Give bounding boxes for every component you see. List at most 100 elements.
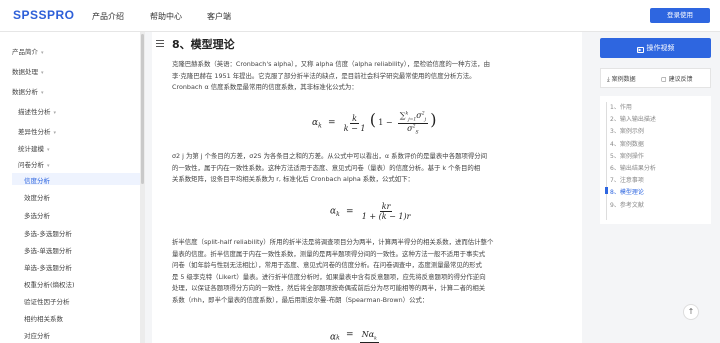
toc-item[interactable]: 2、输入输出描述 xyxy=(610,114,656,123)
sidebar-item[interactable]: 效度分析 xyxy=(24,192,50,202)
sidebar-item[interactable]: 相约相关系数 xyxy=(24,313,63,323)
case-data-label: 案例数据 xyxy=(611,76,636,83)
paragraph-line: 克隆巴赫系数（英语：Cronbach's alpha），又称 alpha 信度（… xyxy=(172,60,491,68)
paragraph-line: 是 5 级李克特（Likert）量表。进行折半信度分析时，如果量表中含有反意题项… xyxy=(172,272,486,281)
toc-track xyxy=(606,102,607,220)
toc-item[interactable]: 5、案例操作 xyxy=(610,151,644,160)
sidebar-item[interactable]: 数据分析 ▾ xyxy=(12,86,44,96)
paragraph-line: Cronbach α 信度系数是最常用的信度系数，其非标准化公式为： xyxy=(172,83,358,91)
sidebar-item[interactable]: 问卷分析 ▾ xyxy=(18,159,50,169)
paragraph-line: σ2 j 为第 j 个条目的方差，σ2S 为各条目之和的方差。从公式中可以看出，… xyxy=(172,152,488,160)
menu-icon[interactable] xyxy=(156,40,164,47)
paragraph-line: 李·克隆巴赫在 1951 年提出。它克服了部分折半法的缺点，是目前社会科学研究最… xyxy=(172,71,476,80)
formula-numerator: k xyxy=(350,113,360,124)
sidebar-item-label: 产品简介 xyxy=(12,48,38,56)
sidebar-item-label: 数据处理 xyxy=(12,68,38,76)
sidebar-item[interactable]: 多选-多选题分析 xyxy=(24,228,72,238)
section-title: 8、模型理论 xyxy=(172,38,235,51)
main-content: 8、模型理论 克隆巴赫系数（英语：Cronbach's alpha），又称 al… xyxy=(152,32,582,343)
sidebar-item-label: 描述性分析 xyxy=(18,108,51,116)
toc-active-marker xyxy=(605,187,608,195)
chevron-down-icon[interactable]: ▾ xyxy=(41,50,44,56)
formula-cronbach-alpha: αk = kk − 1 ( 1 − ∑kj=1σ2j σ2S ) xyxy=(312,110,436,135)
paragraph-line: 的一致性，属于内在一致性系数。这种方法适用于态度、意见式问卷（量表）的信度分析。… xyxy=(172,163,481,172)
formula-symbol: S xyxy=(415,130,419,136)
formula-standardized-alpha: αk = kr 1 + (k − 1)r xyxy=(330,202,412,221)
paragraph-line: 关系数矩阵，设条目平均相关系数为 r, 标准化后 Cronbach alpha … xyxy=(172,175,414,183)
toc-item[interactable]: 8、模型理论 xyxy=(610,187,644,196)
formula-symbol: k xyxy=(336,334,340,342)
feedback-label: 建议反馈 xyxy=(668,76,693,83)
formula-fraction: ∑kj=1σ2j σ2S xyxy=(397,111,428,136)
formula-symbol: j xyxy=(424,117,426,123)
login-button[interactable]: 登录使用 xyxy=(650,8,710,23)
back-to-top-button[interactable]: ↑ xyxy=(683,304,699,320)
sidebar-item-label: 多选分析 xyxy=(24,212,50,220)
arrow-up-icon: ↑ xyxy=(687,307,695,316)
logo[interactable]: SPSSPRO xyxy=(13,8,75,22)
sidebar-item-label: 权重分析(熵权法) xyxy=(24,281,75,289)
sidebar-item-label: 数据分析 xyxy=(12,88,38,96)
toc-item[interactable]: 9、参考文献 xyxy=(610,200,644,209)
case-data-button[interactable]: ⤓ 案例数据 xyxy=(607,74,636,84)
formula-fraction: Nαk xyxy=(359,330,379,343)
paragraph-line: 量表的信度。折半信度属于内在一致性系数，测量的是两半题项得分间的一致性。这种方法… xyxy=(172,249,486,258)
sidebar-scroll-thumb[interactable] xyxy=(141,34,144,184)
chevron-down-icon[interactable]: ▾ xyxy=(41,90,44,96)
feedback-icon: ▢ xyxy=(661,76,667,83)
chevron-down-icon[interactable]: ▾ xyxy=(47,147,50,153)
toc-item[interactable]: 6、输出结果分析 xyxy=(610,163,656,172)
sidebar-item[interactable]: 单选-多选题分析 xyxy=(24,262,72,272)
formula-symbol: = xyxy=(345,330,354,340)
formula-symbol: = xyxy=(327,118,336,128)
chevron-down-icon[interactable]: ▾ xyxy=(54,130,57,136)
sidebar-item-label: 多选-多选题分析 xyxy=(24,230,72,238)
sidebar-item[interactable]: 验证性因子分析 xyxy=(24,296,70,306)
formula-symbol: k xyxy=(405,111,409,117)
sidebar-item[interactable]: 数据处理 ▾ xyxy=(12,66,44,76)
chevron-down-icon[interactable]: ▾ xyxy=(47,163,50,169)
formula-symbol: k xyxy=(318,122,322,130)
paragraph-cronbach: 克隆巴赫系数（英语：Cronbach's alpha），又称 alpha 信度（… xyxy=(172,59,577,94)
nav-product-intro[interactable]: 产品介绍 xyxy=(92,11,124,22)
feedback-button[interactable]: ▢ 建议反馈 xyxy=(661,74,693,83)
sidebar-item[interactable]: 多选-单选题分析 xyxy=(24,245,72,255)
sidebar-item[interactable]: 描述性分析 ▾ xyxy=(18,106,56,116)
sidebar-item[interactable]: 对应分析 xyxy=(24,330,50,340)
toc-item[interactable]: 4、案例数据 xyxy=(610,139,644,148)
paragraph-line: 折半信度（split-half reliability）所用的折半法是将调查项目… xyxy=(172,238,494,246)
formula-denominator: k − 1 xyxy=(343,123,366,133)
sidebar-item-label: 问卷分析 xyxy=(18,161,44,169)
sidebar-item[interactable]: 多选分析 xyxy=(24,210,50,220)
paragraph-line: 系数（rhh，即半个量表的信度系数），最后用斯皮尔曼-布朗（Spearman-B… xyxy=(172,295,429,304)
nav-help-center[interactable]: 帮助中心 xyxy=(150,11,182,22)
formula-symbol: k xyxy=(374,336,377,342)
sidebar-item[interactable]: 权重分析(熵权法) xyxy=(24,279,75,289)
sidebar-item[interactable]: 统计建模 ▾ xyxy=(18,143,50,153)
formula-numerator: ∑kj=1σ2j xyxy=(397,111,428,124)
sidebar-item-label: 差异性分析 xyxy=(18,128,51,136)
sidebar-item[interactable]: 差异性分析 ▾ xyxy=(18,126,56,136)
sidebar-item[interactable]: 信度分析 xyxy=(24,175,50,185)
sidebar-item-label: 多选-单选题分析 xyxy=(24,247,72,255)
toc-item[interactable]: 3、案例示例 xyxy=(610,126,644,135)
formula-numerator: Nαk xyxy=(359,330,379,343)
formula-symbol: = xyxy=(345,206,354,217)
formula-paren: ( xyxy=(369,110,376,129)
toc-item[interactable]: 1、作用 xyxy=(610,102,632,111)
chevron-down-icon[interactable]: ▾ xyxy=(41,70,44,76)
operation-video-button[interactable]: ▶ 操作视频 xyxy=(600,38,711,58)
sidebar-item-label: 效度分析 xyxy=(24,194,50,202)
paragraph-variance: σ2 j 为第 j 个条目的方差，σ2S 为各条目之和的方差。从公式中可以看出，… xyxy=(172,151,577,186)
formula-fraction: kk − 1 xyxy=(342,114,368,133)
chevron-down-icon[interactable]: ▾ xyxy=(54,110,57,116)
formula-spearman-brown: αk = Nαk xyxy=(330,330,379,343)
play-icon: ▶ xyxy=(636,47,644,53)
sidebar-item[interactable]: 产品简介 ▾ xyxy=(12,46,44,56)
sidebar-item-label: 验证性因子分析 xyxy=(24,298,70,306)
nav-client[interactable]: 客户端 xyxy=(207,11,231,22)
sidebar-item-label: 相约相关系数 xyxy=(24,315,63,323)
formula-symbol: Nα xyxy=(361,330,375,339)
table-of-contents: 1、作用 2、输入输出描述 3、案例示例 4、案例数据 5、案例操作 6、输出结果分析 7、… xyxy=(600,96,711,224)
toc-item[interactable]: 7、注意事项 xyxy=(610,175,644,184)
